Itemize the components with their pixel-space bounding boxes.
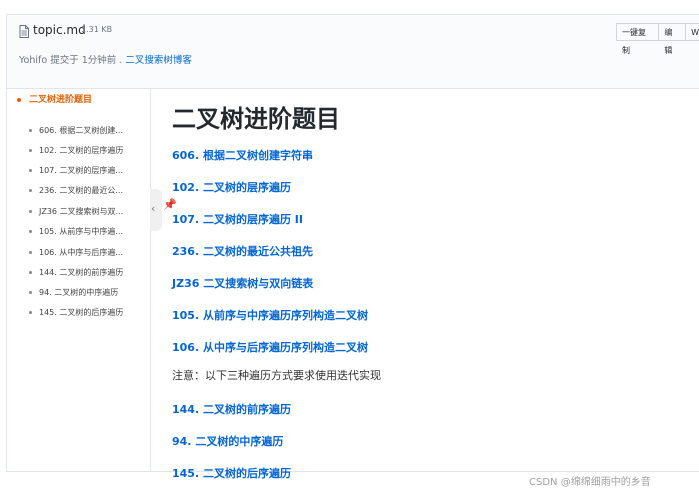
problem-link[interactable]: JZ36 二叉搜索树与双向链表 [172,275,313,291]
bullet-icon [29,149,32,152]
bullet-icon [29,129,32,132]
copy-button[interactable]: 一键复制 [616,23,660,55]
file-view: topic.md 1.31 KB 一键复制 编辑 W Yohifo 提交于 1分… [6,14,699,480]
problem-link[interactable]: 144. 二叉树的前序遍历 [172,401,291,417]
bullet-icon [29,251,32,254]
toc-item-label: 145. 二叉树的后序遍历 [39,308,124,317]
problem-link[interactable]: 107. 二叉树的层序遍历 II [172,211,303,227]
file-size: 1.31 KB [81,25,113,34]
toc-item[interactable]: 105. 从前序与中序遍... [29,226,145,237]
sidebar-collapse-handle[interactable]: ‹ [150,189,162,231]
edit-button[interactable]: 编辑 [658,23,687,55]
commit-link[interactable]: 二叉搜索树博客 [125,55,192,66]
toc-item[interactable]: 102. 二叉树的层序遍历 [29,145,145,156]
bullet-icon [17,97,21,102]
toc-item[interactable]: 236. 二叉树的最近公... [29,185,145,196]
bullet-icon [29,230,32,233]
toc-item-label: 606. 根据二叉树创建... [39,126,123,135]
more-button[interactable]: W [685,23,699,41]
chevron-left-icon: ‹ [151,202,156,215]
commit-text: Yohifo 提交于 1分钟前 . [19,55,126,66]
file-header: topic.md 1.31 KB 一键复制 编辑 W Yohifo 提交于 1分… [7,15,699,89]
problem-link[interactable]: 236. 二叉树的最近公共祖先 [172,243,313,259]
problem-link[interactable]: 606. 根据二叉树创建字符串 [172,147,313,163]
toc-item[interactable]: 145. 二叉树的后序遍历 [29,307,145,318]
iteration-note: 注意：以下三种遍历方式要求使用迭代实现 [172,369,381,382]
bullet-icon [29,291,32,294]
problem-link[interactable]: 106. 从中序与后序遍历序列构造二叉树 [172,339,368,355]
problem-link[interactable]: 102. 二叉树的层序遍历 [172,179,291,195]
commit-info: Yohifo 提交于 1分钟前 . 二叉搜索树博客 [19,52,192,66]
file-name: topic.md [33,23,86,37]
bullet-icon [29,189,32,192]
toc-item-label: JZ36 二叉搜索树与双... [39,207,124,216]
toc-item[interactable]: JZ36 二叉搜索树与双... [29,206,145,217]
toc-item[interactable]: 94. 二叉树的中序遍历 [29,287,145,298]
toc-main-label: 二叉树进阶题目 [29,95,93,105]
bullet-icon [29,311,32,314]
file-icon [19,25,29,38]
toc-item-label: 107. 二叉树的层序遍... [39,166,123,175]
bullet-icon [29,169,32,172]
pin-icon[interactable]: 📌 [163,198,177,211]
csdn-watermark: CSDN @绵绵细雨中的乡音 [529,477,651,488]
toc-item-label: 94. 二叉树的中序遍历 [39,288,119,297]
toc-item[interactable]: 606. 根据二叉树创建... [29,125,145,136]
problem-link[interactable]: 94. 二叉树的中序遍历 [172,433,283,449]
toc-item-label: 106. 从中序与后序遍... [39,248,123,257]
problem-link[interactable]: 145. 二叉树的后序遍历 [172,465,291,481]
toc-item[interactable]: 144. 二叉树的前序遍历 [29,267,145,278]
toc-item[interactable]: 106. 从中序与后序遍... [29,247,145,258]
toc-item-label: 236. 二叉树的最近公... [39,186,123,195]
bullet-icon [29,210,32,213]
toc-item[interactable]: 107. 二叉树的层序遍... [29,165,145,176]
toc-item-label: 144. 二叉树的前序遍历 [39,268,124,277]
file-actions: 一键复制 编辑 W [616,23,699,55]
page-title: 二叉树进阶题目 [172,105,340,133]
toc-main-item[interactable]: 二叉树进阶题目 [17,92,92,105]
problem-link[interactable]: 105. 从前序与中序遍历序列构造二叉树 [172,307,368,323]
toc-sidebar: 二叉树进阶题目 606. 根据二叉树创建... 102. 二叉树的层序遍历 10… [7,89,151,472]
toc-item-label: 102. 二叉树的层序遍历 [39,146,124,155]
toc-item-label: 105. 从前序与中序遍... [39,227,123,236]
bullet-icon [29,271,32,274]
